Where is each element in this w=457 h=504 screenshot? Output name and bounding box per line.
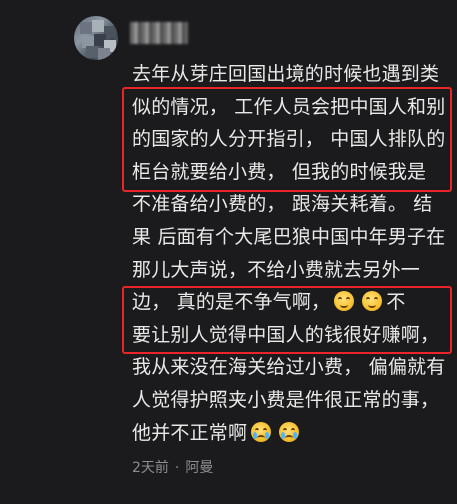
comment-line-text: 不准备给小费的， 跟海关耗着。 结 — [132, 193, 433, 216]
username[interactable] — [130, 22, 188, 44]
comment-line-text: 去年从芽庄回国出境的时候也遇到类 — [132, 63, 440, 85]
comment-meta: 2天前 · 阿曼 — [132, 457, 213, 477]
comment-line: 人觉得护照夹小费是件很正常的事， — [132, 384, 452, 417]
comment-line-text: 他并不正常啊 — [132, 421, 248, 444]
comment-line: 果 后面有个大尾巴狼中国中年男子在 — [132, 221, 452, 254]
highlight-box — [122, 286, 452, 354]
comment-line: 我从来没在海关给过小费， 偏偏就有 — [132, 351, 452, 384]
comment-line-text: 果 后面有个大尾巴狼中国中年男子在 — [132, 225, 446, 248]
comment-line: 不准备给小费的， 跟海关耗着。 结 — [132, 188, 452, 221]
comment-line: 那儿大声说，不给小费就去另外一 — [132, 254, 452, 287]
comment-time: 2天前 — [132, 460, 169, 476]
highlight-box — [122, 87, 452, 192]
comment-line: 他并不正常啊 — [132, 417, 452, 450]
meta-separator: · — [174, 460, 180, 476]
comment-item: 去年从芽庄回国出境的时候也遇到类 似的情况， 工作人员会把中国人和别 的国家的人分开… — [0, 0, 457, 504]
comment-line-text: 那儿大声说，不给小费就去另外一 — [132, 258, 421, 281]
comment-location: 阿曼 — [185, 460, 214, 476]
comment-line-text: 人觉得护照夹小费是件很正常的事， — [132, 388, 440, 411]
avatar[interactable] — [74, 16, 118, 60]
crying-emoji-icon — [251, 421, 272, 442]
crying-emoji-icon — [279, 421, 300, 442]
comment-line: 去年从芽庄回国出境的时候也遇到类 — [132, 58, 452, 91]
comment-line-text: 我从来没在海关给过小费， 偏偏就有 — [132, 356, 446, 379]
